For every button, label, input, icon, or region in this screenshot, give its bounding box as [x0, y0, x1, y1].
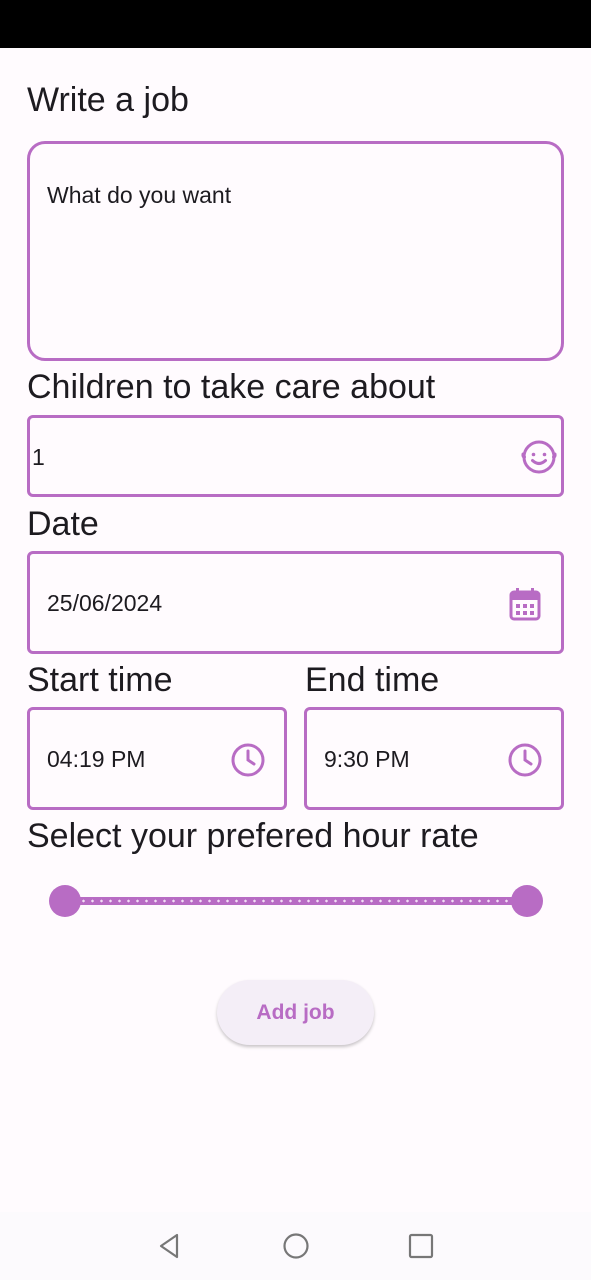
clock-icon[interactable]	[230, 742, 266, 778]
job-label: Write a job	[27, 81, 189, 119]
children-count-value: 1	[32, 444, 45, 470]
home-circle-icon[interactable]	[280, 1230, 312, 1262]
date-label: Date	[27, 505, 99, 543]
start-time-field[interactable]: 04:19 PM	[27, 707, 287, 810]
start-time-label: Start time	[27, 661, 173, 699]
slider-ticks	[70, 899, 522, 903]
children-count-field[interactable]: 1	[27, 415, 564, 497]
back-triangle-icon[interactable]	[153, 1230, 185, 1262]
slider-max-thumb[interactable]	[511, 885, 543, 917]
date-value: 25/06/2024	[47, 590, 163, 616]
system-navigation-bar	[0, 1212, 591, 1280]
hour-rate-range-slider[interactable]	[48, 882, 544, 920]
calendar-icon[interactable]	[507, 586, 543, 622]
date-field[interactable]: 25/06/2024	[27, 551, 564, 654]
recents-square-icon[interactable]	[405, 1230, 437, 1262]
slider-min-thumb[interactable]	[49, 885, 81, 917]
baby-face-icon	[521, 439, 557, 475]
status-bar	[0, 0, 591, 48]
end-time-value: 9:30 PM	[324, 746, 410, 772]
hour-rate-label: Select your prefered hour rate	[27, 817, 479, 855]
job-description-field[interactable]: What do you want	[27, 141, 564, 361]
clock-icon[interactable]	[507, 742, 543, 778]
children-label: Children to take care about	[27, 368, 436, 406]
end-time-field[interactable]: 9:30 PM	[304, 707, 564, 810]
end-time-label: End time	[305, 661, 440, 699]
start-time-value: 04:19 PM	[47, 746, 146, 772]
add-job-button[interactable]: Add job	[217, 980, 374, 1045]
job-description-placeholder: What do you want	[47, 182, 232, 208]
